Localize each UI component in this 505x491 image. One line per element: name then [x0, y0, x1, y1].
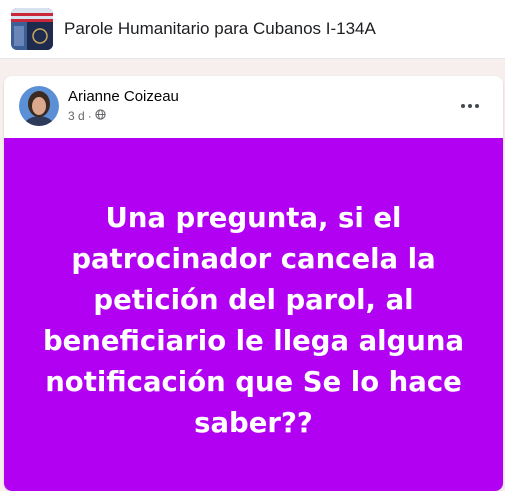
globe-icon: [95, 109, 106, 123]
group-header: Parole Humanitario para Cubanos I-134A: [0, 0, 505, 59]
more-options-icon[interactable]: [457, 94, 483, 118]
meta-separator: ·: [87, 109, 92, 123]
post-header: Arianne Coizeau 3 d ·: [4, 76, 503, 138]
avatar[interactable]: [19, 86, 59, 126]
group-thumbnail[interactable]: [11, 8, 53, 50]
post-meta: 3 d ·: [68, 109, 106, 123]
post-timestamp[interactable]: 3 d: [68, 109, 85, 123]
post-background: Una pregunta, si el patrocinador cancela…: [4, 138, 503, 491]
passport-flag-icon: [11, 8, 53, 50]
author-name[interactable]: Arianne Coizeau: [68, 88, 179, 105]
post-text: Una pregunta, si el patrocinador cancela…: [42, 202, 465, 439]
profile-photo-icon: [19, 86, 59, 126]
post-card: Arianne Coizeau 3 d · Una pregunta, si e…: [4, 76, 503, 491]
group-title[interactable]: Parole Humanitario para Cubanos I-134A: [64, 19, 376, 39]
